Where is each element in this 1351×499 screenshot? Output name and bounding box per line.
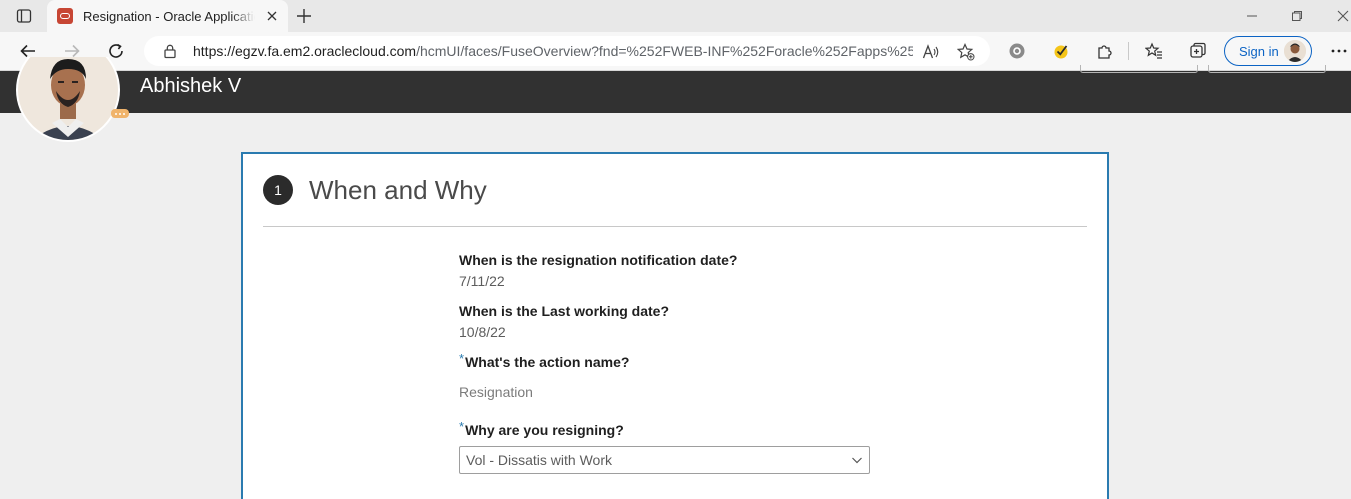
extension-settings-icon[interactable] bbox=[1005, 40, 1029, 62]
url-path: /hcmUI/faces/FuseOverview?fnd=%252FWEB-I… bbox=[416, 43, 913, 59]
browser-tabstrip: Resignation - Oracle Applications bbox=[0, 0, 1351, 32]
url-host: https://egzv.fa.em2.oraclecloud.com bbox=[193, 43, 417, 59]
lock-icon[interactable] bbox=[162, 43, 178, 59]
toolbar-separator bbox=[1128, 42, 1129, 60]
page-content: Abhishek V 1 When and Why When is the re… bbox=[0, 38, 1351, 499]
url-text[interactable]: https://egzv.fa.em2.oraclecloud.com/hcmU… bbox=[193, 43, 913, 59]
norton-check-icon[interactable] bbox=[1049, 40, 1073, 62]
tab-title: Resignation - Oracle Applications bbox=[83, 8, 255, 24]
sign-in-button[interactable]: Sign in bbox=[1224, 36, 1312, 66]
extensions-puzzle-icon[interactable] bbox=[1093, 40, 1117, 62]
notification-date-label: When is the resignation notification dat… bbox=[459, 252, 738, 268]
close-window-icon[interactable] bbox=[1331, 6, 1351, 26]
section-divider bbox=[263, 226, 1087, 227]
action-name-question: *What's the action name? bbox=[459, 351, 630, 370]
browser-tab-active[interactable]: Resignation - Oracle Applications bbox=[47, 0, 288, 32]
restore-icon[interactable] bbox=[1285, 6, 1309, 26]
sign-in-label: Sign in bbox=[1239, 43, 1279, 59]
notification-date-value: 7/11/22 bbox=[459, 273, 505, 289]
add-favorite-icon[interactable] bbox=[955, 42, 977, 62]
read-aloud-icon[interactable] bbox=[920, 42, 942, 62]
collections-icon[interactable] bbox=[1186, 40, 1210, 62]
more-badge-icon[interactable] bbox=[111, 109, 129, 118]
last-working-date-label: When is the Last working date? bbox=[459, 303, 670, 319]
new-tab-icon[interactable] bbox=[293, 6, 315, 26]
reason-select[interactable]: Vol - Dissatis with Work bbox=[459, 446, 870, 474]
profile-photo[interactable] bbox=[16, 38, 129, 143]
address-bar[interactable]: https://egzv.fa.em2.oraclecloud.com/hcmU… bbox=[144, 36, 990, 66]
step-number-badge: 1 bbox=[263, 175, 293, 205]
chevron-down-icon[interactable] bbox=[851, 454, 863, 466]
close-tab-icon[interactable] bbox=[264, 8, 280, 24]
reason-question: *Why are you resigning? bbox=[459, 419, 624, 438]
reason-select-value: Vol - Dissatis with Work bbox=[466, 452, 612, 468]
oracle-favicon-icon bbox=[57, 8, 73, 24]
more-options-icon[interactable] bbox=[1327, 40, 1351, 62]
when-and-why-section: 1 When and Why When is the resignation n… bbox=[241, 152, 1109, 499]
profile-avatar bbox=[1284, 40, 1306, 62]
required-marker: * bbox=[459, 351, 465, 366]
tab-actions-icon[interactable] bbox=[12, 6, 36, 26]
action-name-label: What's the action name? bbox=[465, 354, 630, 370]
profile-banner: Abhishek V bbox=[0, 65, 1351, 113]
action-name-value: Resignation bbox=[459, 384, 533, 400]
section-title: When and Why bbox=[309, 175, 487, 205]
minimize-icon[interactable] bbox=[1240, 6, 1264, 26]
header-action-button[interactable] bbox=[1080, 65, 1198, 73]
favorites-icon[interactable] bbox=[1142, 40, 1166, 62]
header-action-button[interactable] bbox=[1208, 65, 1326, 73]
last-working-date-value: 10/8/22 bbox=[459, 324, 506, 340]
person-name: Abhishek V bbox=[140, 75, 242, 97]
reason-label: Why are you resigning? bbox=[465, 422, 624, 438]
required-marker: * bbox=[459, 419, 465, 434]
